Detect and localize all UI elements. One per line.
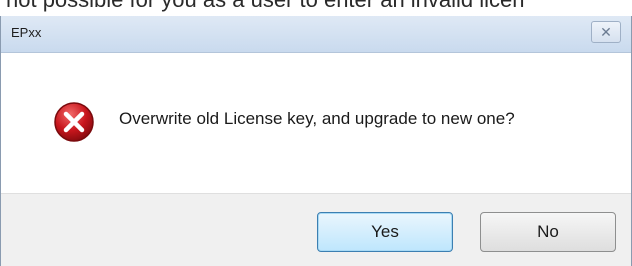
dialog-title: EPxx (11, 25, 42, 40)
dialog-content: Overwrite old License key, and upgrade t… (1, 53, 631, 193)
no-button[interactable]: No (480, 212, 616, 252)
dialog-button-bar: Yes No (1, 193, 631, 266)
dialog-message: Overwrite old License key, and upgrade t… (119, 109, 515, 128)
no-button-label: No (537, 222, 559, 241)
title-bar[interactable]: EPxx ✕ (1, 16, 631, 53)
yes-button[interactable]: Yes (317, 212, 453, 252)
close-button[interactable]: ✕ (591, 21, 621, 43)
message-dialog: EPxx ✕ Overwrite old License key, and up… (0, 16, 632, 266)
yes-button-label: Yes (371, 222, 399, 241)
error-icon (54, 102, 94, 142)
close-icon: ✕ (600, 24, 612, 40)
background-document-text: not possible for you as a user to enter … (0, 0, 632, 14)
